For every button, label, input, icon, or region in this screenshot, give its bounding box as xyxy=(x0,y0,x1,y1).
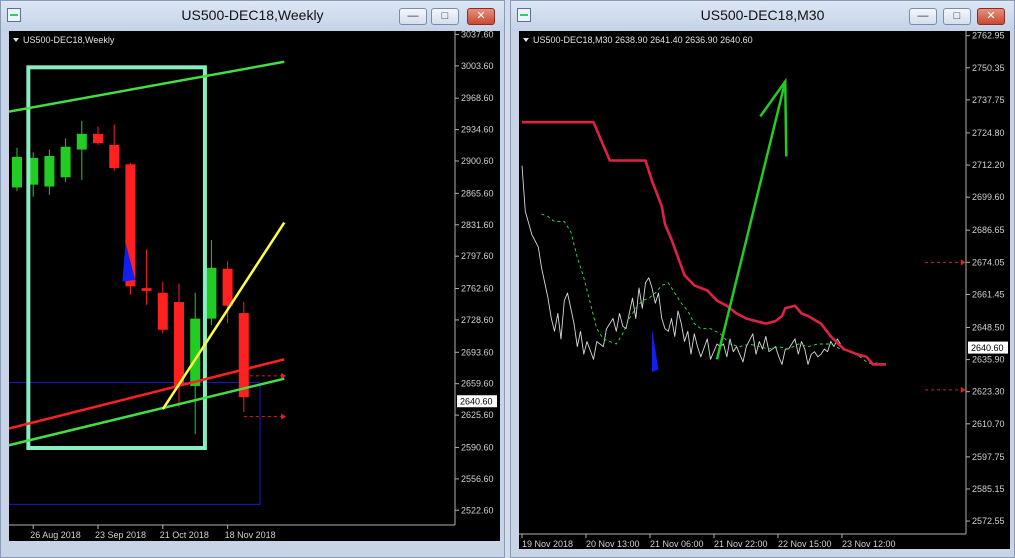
x-tick-label: 19 Nov 2018 xyxy=(522,539,573,549)
y-tick-label: 2934.60 xyxy=(461,125,494,135)
m30-chart-svg[interactable]: 2762.95 2750.35 2737.75 2724.80 2712.20 2699.… xyxy=(519,31,1010,549)
candle-body xyxy=(157,292,168,330)
y-tick-label: 2900.60 xyxy=(461,156,494,166)
y-tick-label: 2590.60 xyxy=(461,442,494,452)
m30-window-title: US500-DEC18,M30 xyxy=(700,7,825,23)
y-tick-label: 3003.60 xyxy=(461,61,494,71)
weekly-chart-svg[interactable]: 3037.60 3003.60 2968.60 2934.60 2900.60 2865.… xyxy=(9,31,500,541)
candle-body xyxy=(222,268,233,306)
y-tick-label: 2762.95 xyxy=(972,31,1005,41)
x-tick-label: 23 Sep 2018 xyxy=(95,530,146,540)
x-tick-label: 22 Nov 15:00 xyxy=(778,539,832,549)
y-tick-label: 2635.90 xyxy=(972,355,1005,365)
y-tick-label: 2737.75 xyxy=(972,95,1005,105)
weekly-window-titlebar[interactable]: US500-DEC18,Weekly — □ ✕ xyxy=(1,1,504,31)
x-tick-label: 21 Nov 22:00 xyxy=(714,539,768,549)
weekly-window-title: US500-DEC18,Weekly xyxy=(181,7,324,23)
y-tick-label: 2831.60 xyxy=(461,220,494,230)
weekly-chart-window: US500-DEC18,Weekly — □ ✕ 3037.60 3003.60 2… xyxy=(0,0,505,558)
candle-body xyxy=(141,288,152,291)
x-tick-label: 26 Aug 2018 xyxy=(30,530,81,540)
y-tick-label: 2572.55 xyxy=(972,516,1005,526)
minimize-button[interactable]: — xyxy=(399,8,427,25)
y-tick-label: 2699.60 xyxy=(972,192,1005,202)
y-tick-label: 2597.75 xyxy=(972,452,1005,462)
y-tick-label: 2750.35 xyxy=(972,63,1005,73)
y-tick-label: 2522.60 xyxy=(461,505,494,515)
y-tick-label: 2674.05 xyxy=(972,257,1005,267)
candle-body xyxy=(44,156,55,187)
candle-body xyxy=(93,133,103,144)
y-tick-label: 2625.60 xyxy=(461,410,494,420)
m30-chart-window: US500-DEC18,M30 — □ ✕ 2762.95 2750.35 2737… xyxy=(510,0,1015,558)
y-tick-label: 2762.60 xyxy=(461,284,494,294)
y-tick-label: 2556.60 xyxy=(461,474,494,484)
y-tick-label: 2659.60 xyxy=(461,379,494,389)
y-tick-label: 2693.60 xyxy=(461,347,494,357)
y-tick-label: 2623.30 xyxy=(972,387,1005,397)
y-tick-label: 2968.60 xyxy=(461,93,494,103)
y-tick-label: 2610.70 xyxy=(972,419,1005,429)
y-tick-label: 2865.60 xyxy=(461,188,494,198)
close-button[interactable]: ✕ xyxy=(467,8,495,25)
maximize-button[interactable]: □ xyxy=(943,8,971,25)
x-tick-label: 18 Nov 2018 xyxy=(225,530,276,540)
y-tick-label: 2712.20 xyxy=(972,160,1005,170)
candle-body xyxy=(12,156,22,188)
candle-body xyxy=(76,133,87,150)
chart-background xyxy=(9,31,500,541)
y-tick-label: 2648.50 xyxy=(972,322,1005,332)
price-label: 2640.60 xyxy=(460,397,493,407)
chart-header: US500-DEC18,Weekly xyxy=(23,35,115,45)
candle-body xyxy=(60,146,71,178)
price-label: 2640.60 xyxy=(971,343,1004,353)
minimize-button[interactable]: — xyxy=(909,8,937,25)
candle-body xyxy=(206,267,217,319)
candle-body xyxy=(109,144,120,169)
x-tick-label: 21 Nov 06:00 xyxy=(650,539,704,549)
m30-window-titlebar[interactable]: US500-DEC18,M30 — □ ✕ xyxy=(511,1,1014,31)
weekly-chart-plot[interactable]: 3037.60 3003.60 2968.60 2934.60 2900.60 2865.… xyxy=(9,31,500,541)
y-tick-label: 2661.45 xyxy=(972,289,1005,299)
y-tick-label: 2724.80 xyxy=(972,128,1005,138)
x-tick-label: 21 Oct 2018 xyxy=(160,530,209,540)
m30-chart-plot[interactable]: 2762.95 2750.35 2737.75 2724.80 2712.20 2699.… xyxy=(519,31,1010,549)
y-tick-label: 2797.60 xyxy=(461,251,494,261)
y-tick-label: 2585.15 xyxy=(972,484,1005,494)
candle-body xyxy=(238,313,249,398)
chart-header: US500-DEC18,M30 2638.90 2641.40 2636.90 … xyxy=(533,35,753,45)
x-tick-label: 23 Nov 12:00 xyxy=(842,539,896,549)
y-tick-label: 3037.60 xyxy=(461,31,494,39)
x-tick-label: 20 Nov 13:00 xyxy=(586,539,640,549)
maximize-button[interactable]: □ xyxy=(431,8,459,25)
close-button[interactable]: ✕ xyxy=(977,8,1005,25)
candle-body xyxy=(174,302,184,387)
y-tick-label: 2728.60 xyxy=(461,315,494,325)
y-tick-label: 2686.65 xyxy=(972,225,1005,235)
